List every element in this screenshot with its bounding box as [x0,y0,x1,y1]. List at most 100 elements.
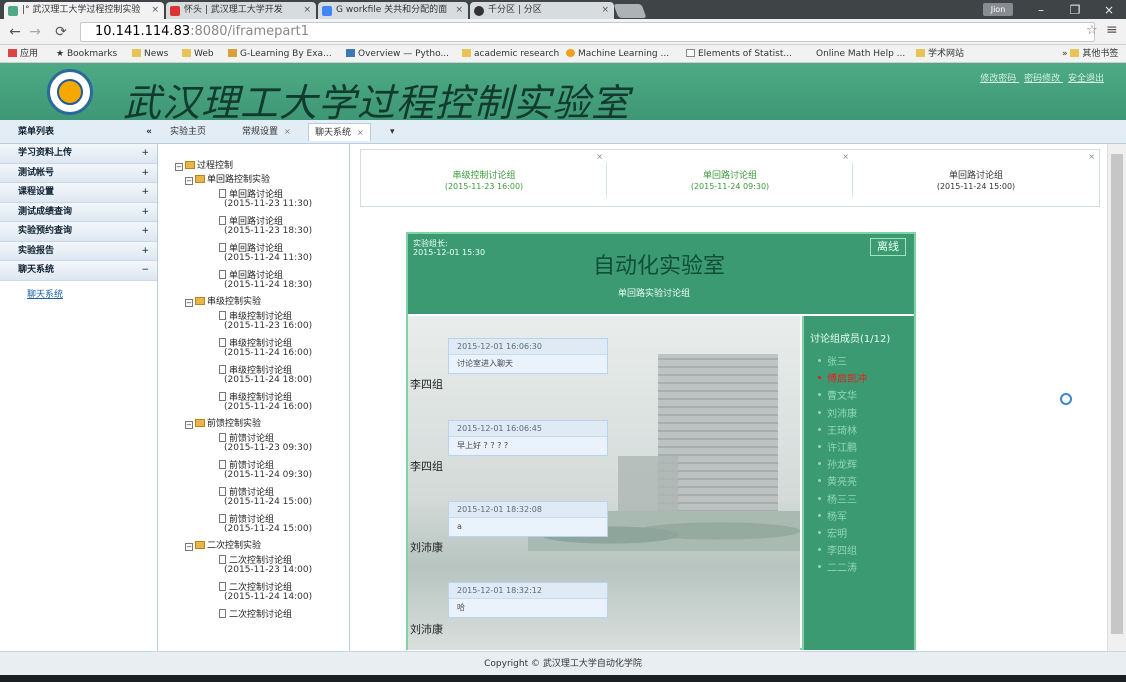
member-item[interactable]: 二二涛 [818,560,867,577]
collapse-toggle-icon[interactable]: − [185,299,193,307]
bookmark-item[interactable]: G-Learning By Exa... [228,45,332,63]
browser-tab-3[interactable]: G workfile 关共和分配的面 × [318,2,468,19]
member-item[interactable]: 曹文华 [818,388,867,405]
bookmark-label: 应用 [20,49,39,59]
scrollbar-thumb[interactable] [1111,154,1123,634]
tree-item[interactable]: 二次控制讨论组 [211,609,292,620]
bookmark-item[interactable]: Web [182,45,214,63]
tree-branch-icon [211,461,217,469]
member-item[interactable]: 孙龙辉 [818,457,867,474]
offline-dot-icon [818,496,821,500]
close-icon[interactable]: × [151,2,159,19]
member-item[interactable]: 黄亮亮 [818,474,867,491]
close-icon[interactable]: × [303,2,311,19]
bookmark-apps[interactable]: 应用 [8,45,38,63]
close-icon[interactable]: × [842,152,849,161]
collapse-icon[interactable]: « [146,123,152,141]
folder-icon [195,297,205,305]
sidebar-item-chat[interactable]: 聊天系统 − [0,261,157,281]
chat-group-tab[interactable]: 串级控制讨论组 (2015-11-23 16:00) × [361,150,607,206]
tab-home[interactable]: 实验主页 [164,123,212,141]
maximize-icon[interactable]: ❐ [1058,3,1092,17]
logout-link[interactable]: 安全退出 [1068,74,1104,84]
bookmark-item[interactable]: ★ Bookmarks [56,45,117,63]
url-input[interactable]: 10.141.114.83:8080/iframepart1 [80,22,1095,42]
user-chip[interactable]: Jion [983,3,1013,16]
message-area[interactable]: 2015-12-01 16:06:30 讨论室进入聊天 李四组 2015-12-0… [408,316,800,650]
sidebar-item-reports[interactable]: 实验报告 + [0,241,157,261]
browser-tab-1[interactable]: |° 武汉理工大学过程控制实验 × [4,2,164,19]
sidebar-item-upload[interactable]: 学习资料上传 + [0,144,157,164]
chat-group-tab-active[interactable]: 单回路讨论组 (2015-11-24 15:00) × [853,150,1099,206]
tree-folder[interactable]: − 前馈控制实验 [185,419,261,429]
change-password-link[interactable]: 修改密码 [980,74,1016,84]
tab-dropdown-icon[interactable]: ▾ [384,123,401,141]
collapse-toggle-icon[interactable]: − [185,177,193,185]
menu-icon[interactable]: ≡ [1106,22,1118,38]
expand-icon[interactable]: + [141,183,149,202]
minimize-icon[interactable]: – [1024,3,1058,17]
bookmark-item[interactable]: Overview — Pytho... [346,45,449,63]
close-icon[interactable]: × [1088,152,1095,161]
member-item[interactable]: 杨军 [818,509,867,526]
close-icon[interactable]: × [601,2,609,19]
offline-dot-icon [818,445,821,449]
tree-folder[interactable]: − 过程控制 [175,161,233,171]
room-leader: 实验组长: 2015-12-01 15:30 [413,239,485,257]
close-icon[interactable]: × [596,152,603,161]
collapse-toggle-icon[interactable]: − [185,543,193,551]
bookmark-star-icon[interactable]: ☆ [1086,23,1098,38]
offline-dot-icon [818,359,821,362]
tree-folder[interactable]: − 单回路控制实验 [185,175,270,185]
new-tab-button[interactable] [613,4,647,18]
back-arrow-icon[interactable]: ← [6,23,24,41]
expand-icon[interactable]: + [141,242,149,261]
reload-icon[interactable]: ⟳ [52,23,70,41]
page-scrollbar[interactable] [1107,144,1126,651]
expand-icon[interactable]: + [141,222,149,241]
password-modify-link[interactable]: 密码修改 [1024,74,1060,84]
collapse-toggle-icon[interactable]: − [175,163,183,171]
folder-icon [182,49,191,57]
expand-icon[interactable]: + [141,164,149,183]
member-item[interactable]: 张三 [818,354,867,371]
member-item[interactable]: 李四组 [818,543,867,560]
close-icon[interactable]: × [284,127,291,136]
bookmark-item[interactable]: Machine Learning ... [566,45,669,63]
sidebar-item-accounts[interactable]: 测试帐号 + [0,163,157,183]
expand-icon[interactable]: + [141,203,149,222]
tab-chat[interactable]: 聊天系统 × [308,123,371,141]
status-badge[interactable]: 离线 [870,238,906,256]
member-name: 孙龙辉 [827,460,857,472]
sidebar-item-booking[interactable]: 实验预约查询 + [0,222,157,242]
member-item[interactable]: 杨三三 [818,492,867,509]
other-bookmarks[interactable]: » 其他书签 [1062,45,1118,63]
collapse-icon[interactable]: − [141,261,149,280]
member-item[interactable]: 许江鹏 [818,440,867,457]
collapse-toggle-icon[interactable]: − [185,421,193,429]
member-item[interactable]: 傅启凯冲 [818,371,867,388]
bookmark-item[interactable]: academic research [462,45,559,63]
chat-group-tab[interactable]: 单回路讨论组 (2015-11-24 09:30) × [607,150,853,206]
sidebar-item-courses[interactable]: 课程设置 + [0,183,157,203]
tree-folder[interactable]: − 串级控制实验 [185,297,261,307]
bookmark-item[interactable]: Elements of Statist... [686,45,792,63]
tree-folder[interactable]: − 二次控制实验 [185,541,261,551]
member-item[interactable]: 宏明 [818,526,867,543]
sidebar-subitem-chat[interactable]: 聊天系统 [0,281,157,300]
member-list: 张三 傅启凯冲 曹文华 刘沛康 王琦林 许江鹏孙龙辉黄亮亮 杨三三 杨军 宏明 李四组 二二涛 [818,354,867,578]
member-item[interactable]: 刘沛康 [818,406,867,423]
member-item[interactable]: 王琦林 [818,423,867,440]
bookmark-item[interactable]: Online Math Help ... [816,45,905,63]
forward-arrow-icon[interactable]: → [26,23,44,41]
bookmark-item[interactable]: News [132,45,168,63]
close-icon[interactable]: × [357,128,364,137]
expand-icon[interactable]: + [141,144,149,163]
sidebar-item-grades[interactable]: 测试成绩查询 + [0,202,157,222]
bookmark-item[interactable]: 学术网站 [916,45,964,63]
browser-tab-2[interactable]: 怀头 | 武汉理工大学开发 × [166,2,316,19]
close-window-icon[interactable]: × [1092,3,1126,17]
close-icon[interactable]: × [455,2,463,19]
tab-settings[interactable]: 常规设置 × [236,123,297,141]
browser-tab-4[interactable]: 千分区 | 分区 × [470,2,614,19]
